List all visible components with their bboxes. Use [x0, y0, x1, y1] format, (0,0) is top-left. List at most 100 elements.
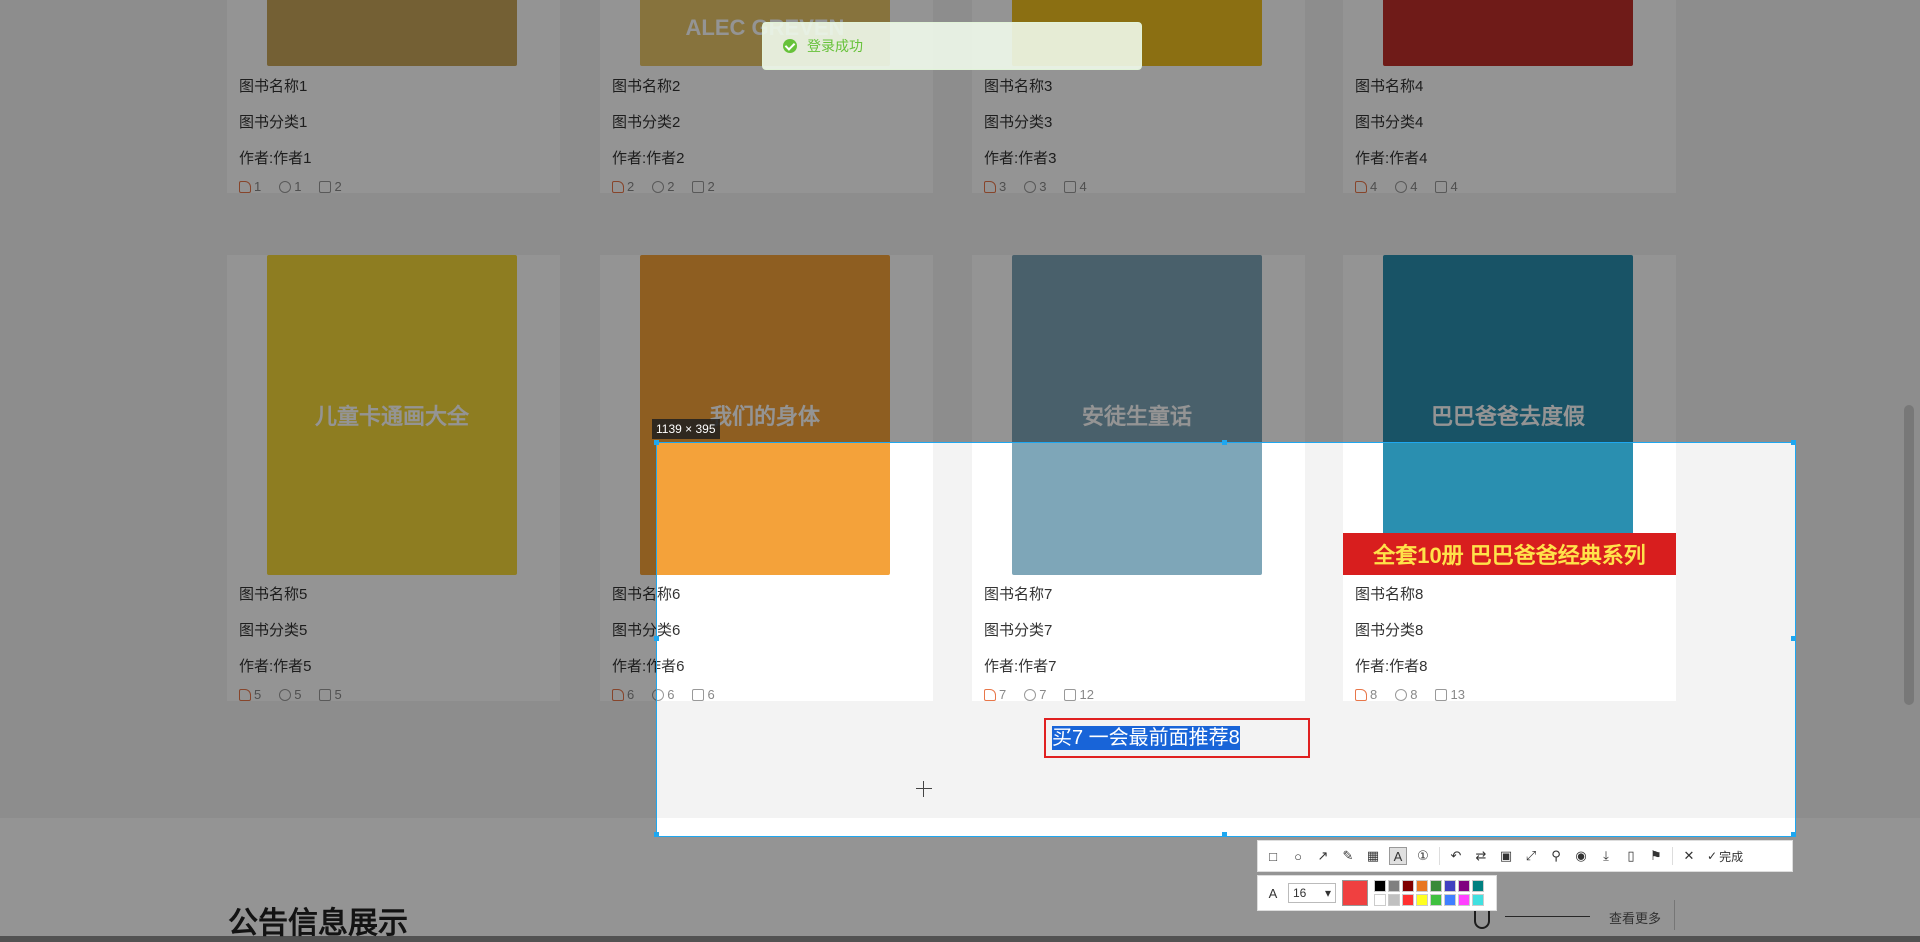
book-cover-image: 儿童卡通画大全: [267, 255, 517, 575]
color-swatch[interactable]: [1458, 894, 1470, 906]
like-icon: [612, 688, 624, 701]
likes-count[interactable]: 5: [239, 687, 261, 701]
selection-region[interactable]: [656, 442, 1796, 837]
comments-count[interactable]: 4: [1435, 179, 1458, 193]
book-name[interactable]: 图书名称5: [239, 583, 307, 604]
comments-count[interactable]: 2: [319, 179, 342, 193]
likes-count[interactable]: 4: [1355, 179, 1377, 193]
book-card[interactable]: 图书名称1 图书分类1 作者:作者1 1 1 2: [227, 0, 560, 193]
book-author: 作者:作者4: [1355, 150, 1428, 167]
book-cover-image: [267, 0, 517, 66]
color-swatch[interactable]: [1388, 880, 1400, 892]
mosaic-icon[interactable]: ▦: [1364, 847, 1382, 865]
color-swatch[interactable]: [1416, 880, 1428, 892]
resize-handle-right[interactable]: [1791, 636, 1796, 641]
text-annotation[interactable]: 买7 一会最前面推荐8: [1044, 718, 1310, 758]
resize-handle-left[interactable]: [654, 636, 659, 641]
color-swatch[interactable]: [1444, 894, 1456, 906]
book-category: 图书分类5: [239, 622, 308, 639]
pencil-icon[interactable]: ✎: [1339, 847, 1357, 865]
color-swatch[interactable]: [1444, 880, 1456, 892]
color-swatch[interactable]: [1458, 880, 1470, 892]
text-icon[interactable]: A: [1389, 847, 1407, 865]
book-name[interactable]: 图书名称3: [984, 75, 1052, 96]
save-icon[interactable]: ⤓: [1597, 847, 1615, 865]
book-cover-title: 儿童卡通画大全: [314, 404, 469, 429]
like-icon: [1355, 180, 1367, 193]
stars-value: 2: [667, 179, 675, 193]
book-category: 图书分类1: [239, 114, 308, 131]
book-name[interactable]: 图书名称2: [612, 75, 680, 96]
current-color-swatch[interactable]: [1342, 880, 1368, 906]
book-card[interactable]: 图书名称4 图书分类4 作者:作者4 4 4 4: [1343, 0, 1676, 193]
comments-count[interactable]: 5: [319, 687, 342, 701]
font-size-select[interactable]: 16 ▾: [1288, 883, 1336, 903]
book-stats: 2 2 2: [612, 179, 715, 193]
stars-count[interactable]: 1: [279, 179, 301, 193]
page-scrollbar[interactable]: [1904, 405, 1914, 705]
done-button[interactable]: ✓ 完成: [1707, 848, 1743, 865]
likes-count[interactable]: 2: [612, 179, 634, 193]
stars-count[interactable]: 5: [279, 687, 301, 701]
color-swatch[interactable]: [1430, 880, 1442, 892]
scroll-capture-icon[interactable]: ⤢: [1522, 847, 1540, 865]
bookmark-icon[interactable]: ⚑: [1647, 847, 1665, 865]
rectangle-icon[interactable]: □: [1264, 847, 1282, 865]
color-swatch[interactable]: [1402, 880, 1414, 892]
stars-value: 5: [294, 687, 302, 701]
ocr-icon[interactable]: ▣: [1497, 847, 1515, 865]
likes-count[interactable]: 3: [984, 179, 1006, 193]
color-swatch[interactable]: [1402, 894, 1414, 906]
color-swatch[interactable]: [1430, 894, 1442, 906]
book-name[interactable]: 图书名称1: [239, 75, 307, 96]
number-icon[interactable]: ①: [1414, 847, 1432, 865]
resize-handle-bottom[interactable]: [1222, 832, 1227, 837]
color-swatch[interactable]: [1388, 894, 1400, 906]
book-name[interactable]: 图书名称4: [1355, 75, 1423, 96]
stars-value: 4: [1410, 179, 1418, 193]
close-icon[interactable]: ✕: [1680, 847, 1698, 865]
font-icon: A: [1268, 885, 1278, 901]
phone-icon[interactable]: ▯: [1622, 847, 1640, 865]
undo-icon[interactable]: ↶: [1447, 847, 1465, 865]
pin-icon[interactable]: ⚲: [1547, 847, 1565, 865]
book-card[interactable]: 儿童卡通画大全 图书名称5 图书分类5 作者:作者5 5 5 5: [227, 255, 560, 701]
book-cover[interactable]: [1343, 0, 1676, 66]
likes-value: 6: [627, 687, 635, 701]
color-swatch[interactable]: [1416, 894, 1428, 906]
likes-value: 4: [1370, 179, 1378, 193]
like-icon: [984, 180, 996, 193]
stars-count[interactable]: 3: [1024, 179, 1046, 193]
resize-handle-br[interactable]: [1791, 832, 1796, 837]
color-swatch[interactable]: [1374, 880, 1386, 892]
resize-handle-top[interactable]: [1222, 440, 1227, 445]
resize-handle-tr[interactable]: [1791, 440, 1796, 445]
comments-count[interactable]: 4: [1064, 179, 1087, 193]
color-swatch[interactable]: [1472, 880, 1484, 892]
divider-line: [1505, 916, 1590, 917]
record-icon[interactable]: ◉: [1572, 847, 1590, 865]
login-success-toast: 登录成功: [762, 22, 1142, 70]
color-swatch[interactable]: [1472, 894, 1484, 906]
ellipse-icon[interactable]: ○: [1289, 847, 1307, 865]
stars-count[interactable]: 4: [1395, 179, 1417, 193]
book-cover[interactable]: [227, 0, 560, 66]
annotation-text[interactable]: 买7 一会最前面推荐8: [1052, 726, 1240, 750]
likes-count[interactable]: 1: [239, 179, 261, 193]
likes-count[interactable]: 6: [612, 687, 634, 701]
arrow-icon[interactable]: ↗: [1314, 847, 1332, 865]
toast-message: 登录成功: [807, 38, 863, 54]
resize-handle-tl[interactable]: [654, 440, 659, 445]
star-icon: [279, 180, 292, 193]
color-swatch[interactable]: [1374, 894, 1386, 906]
stars-count[interactable]: 2: [652, 179, 674, 193]
comments-count[interactable]: 2: [692, 179, 715, 193]
redo-icon[interactable]: ⇄: [1472, 847, 1490, 865]
book-cover[interactable]: 儿童卡通画大全: [227, 255, 560, 575]
view-more-link[interactable]: 查看更多: [1609, 908, 1661, 927]
resize-handle-bl[interactable]: [654, 832, 659, 837]
likes-value: 5: [254, 687, 262, 701]
success-icon: [783, 39, 797, 53]
star-icon: [1395, 180, 1408, 193]
check-icon: ✓: [1707, 849, 1718, 863]
